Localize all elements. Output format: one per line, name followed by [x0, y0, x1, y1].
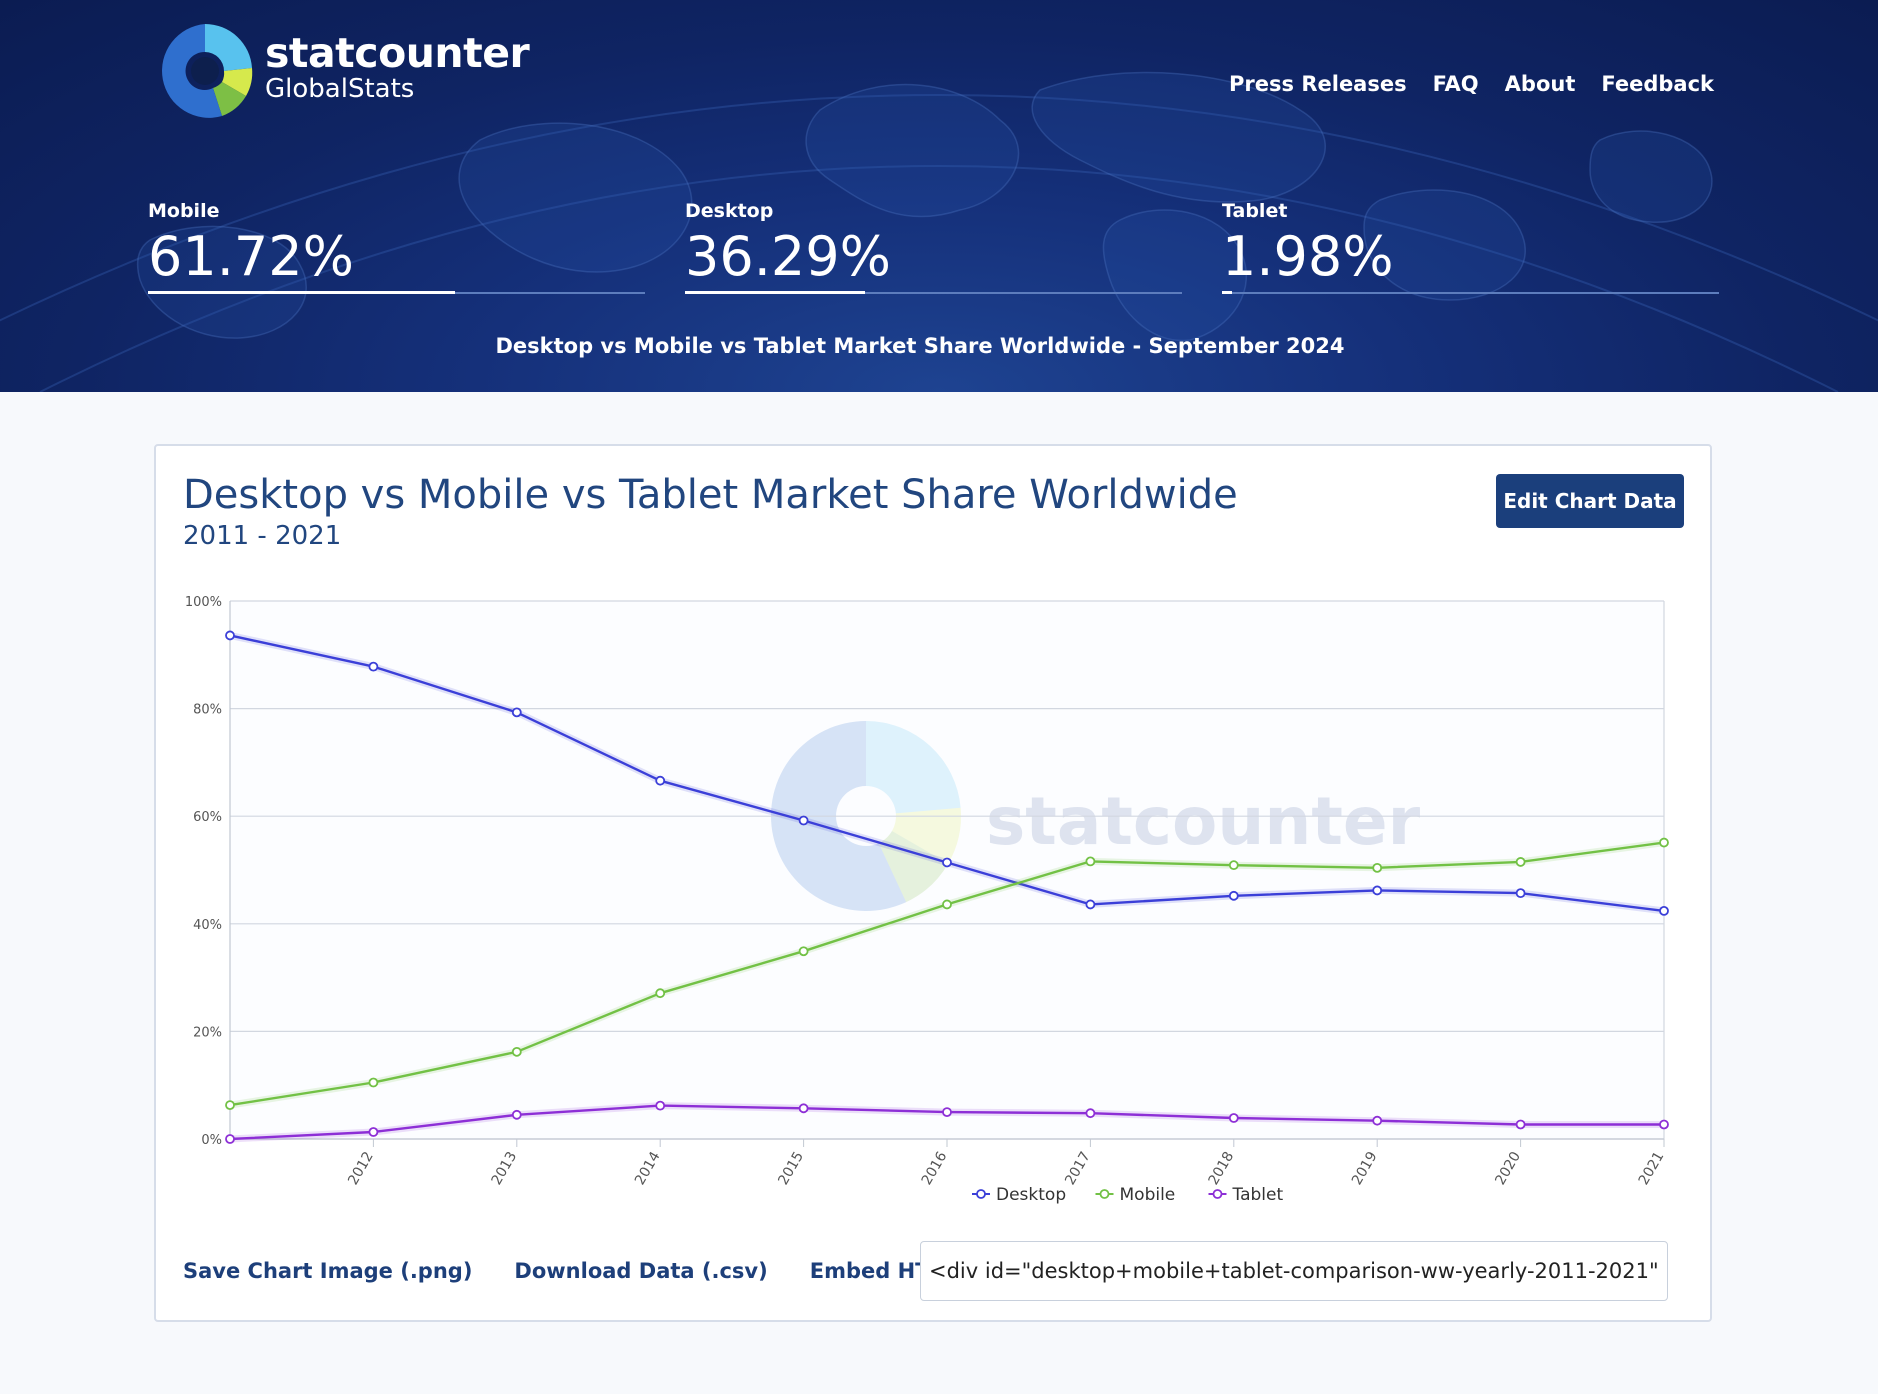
chart-title: Desktop vs Mobile vs Tablet Market Share… [183, 472, 1238, 518]
save-chart-image-link[interactable]: Save Chart Image (.png) [183, 1241, 472, 1301]
data-point-desktop [1659, 905, 1669, 916]
stat-bar [1222, 291, 1719, 295]
statcounter-logo-icon [162, 23, 253, 118]
stat-mobile: Mobile 61.72% [148, 200, 645, 295]
x-tick-label: 2021 [1636, 1149, 1668, 1188]
x-tick-label: 2014 [632, 1149, 664, 1188]
data-point-tablet [225, 1134, 235, 1144]
stat-bar-fill [685, 291, 866, 295]
data-point-desktop [1372, 885, 1383, 896]
data-point-tablet [1515, 1119, 1526, 1130]
stat-label: Tablet [1222, 200, 1288, 222]
stat-value: 36.29% [685, 225, 891, 288]
legend-item-desktop: Desktop [996, 1185, 1066, 1205]
data-point-desktop [368, 661, 379, 672]
data-point-tablet [798, 1103, 809, 1114]
data-point-desktop [511, 707, 522, 718]
x-tick-label: 2019 [1349, 1149, 1381, 1188]
data-point-mobile [511, 1046, 522, 1057]
line-chart: statcounter 0% 20% 40% 60% 80% 100% 2012 2013 201… [185, 595, 1669, 1205]
data-point-tablet [511, 1109, 522, 1120]
data-point-mobile [798, 946, 809, 957]
data-point-mobile [225, 1100, 235, 1111]
data-point-mobile [1515, 857, 1526, 867]
chart-actions: Save Chart Image (.png) Download Data (.… [183, 1241, 964, 1301]
top-nav: Press Releases FAQ About Feedback [1229, 72, 1714, 96]
x-tick-label: 2016 [919, 1149, 951, 1188]
embed-html-input[interactable] [920, 1241, 1668, 1301]
data-point-mobile [655, 988, 666, 999]
data-point-desktop [1085, 899, 1096, 910]
y-tick-label: 60% [193, 810, 222, 825]
data-point-desktop [1515, 888, 1526, 899]
watermark-text: statcounter [986, 783, 1421, 860]
stat-bar-fill [1222, 291, 1232, 295]
x-tick-label: 2020 [1492, 1149, 1524, 1188]
data-point-mobile [942, 899, 952, 910]
hero-caption: Desktop vs Mobile vs Tablet Market Share… [495, 334, 1345, 358]
brand-name: statcounter [265, 29, 530, 77]
legend-marker [976, 1189, 986, 1199]
data-point-tablet [1085, 1108, 1096, 1119]
stat-bar [685, 291, 1182, 295]
stat-tablet: Tablet 1.98% [1222, 200, 1719, 295]
y-tick-label: 100% [185, 595, 222, 610]
data-point-tablet [1372, 1115, 1383, 1126]
nav-press-releases[interactable]: Press Releases [1229, 72, 1407, 96]
y-tick-label: 40% [193, 918, 222, 933]
plot-area [230, 601, 1664, 1139]
data-point-desktop [798, 815, 809, 826]
stat-bar-fill [148, 291, 455, 295]
stat-value: 61.72% [148, 225, 354, 288]
nav-faq[interactable]: FAQ [1433, 72, 1479, 96]
stat-label: Desktop [685, 200, 774, 222]
nav-feedback[interactable]: Feedback [1601, 72, 1714, 96]
x-tick-label: 2012 [345, 1149, 377, 1188]
stat-bar [148, 291, 645, 295]
stat-value: 1.98% [1222, 225, 1394, 288]
y-tick-label: 80% [193, 703, 222, 718]
data-point-desktop [942, 857, 952, 868]
hero-header: statcounter GlobalStats Press Releases F… [0, 0, 1878, 392]
legend-item-mobile: Mobile [1120, 1185, 1176, 1205]
download-data-link[interactable]: Download Data (.csv) [514, 1241, 767, 1301]
data-point-mobile [368, 1077, 379, 1088]
data-point-tablet [1228, 1113, 1239, 1123]
stat-desktop: Desktop 36.29% [685, 200, 1182, 295]
x-tick-label: 2018 [1206, 1149, 1238, 1188]
nav-about[interactable]: About [1505, 72, 1576, 96]
data-point-desktop [655, 775, 666, 786]
chart-panel: Desktop vs Mobile vs Tablet Market Share… [154, 444, 1712, 1322]
chart-subtitle: 2011 - 2021 [183, 521, 342, 551]
y-tick-label: 0% [201, 1133, 222, 1148]
data-point-tablet [655, 1100, 666, 1111]
data-point-mobile [1228, 860, 1239, 871]
y-tick-label: 20% [193, 1025, 222, 1040]
data-point-mobile [1659, 837, 1669, 848]
legend-marker [1099, 1189, 1110, 1199]
x-tick-label: 2013 [489, 1149, 521, 1188]
data-point-mobile [1372, 862, 1383, 873]
stat-label: Mobile [148, 200, 220, 222]
x-tick-label: 2015 [775, 1149, 807, 1188]
legend-marker [1212, 1189, 1223, 1199]
data-point-tablet [368, 1127, 379, 1137]
data-point-tablet [942, 1107, 952, 1117]
data-point-tablet [1659, 1119, 1669, 1130]
legend-item-tablet: Tablet [1232, 1185, 1284, 1205]
edit-chart-data-button[interactable]: Edit Chart Data [1496, 474, 1684, 528]
data-point-desktop [225, 630, 235, 641]
data-point-mobile [1085, 856, 1096, 867]
brand[interactable]: statcounter GlobalStats [265, 29, 530, 104]
data-point-desktop [1228, 890, 1239, 901]
x-tick-label: 2017 [1062, 1149, 1094, 1188]
brand-sub: GlobalStats [265, 74, 415, 104]
